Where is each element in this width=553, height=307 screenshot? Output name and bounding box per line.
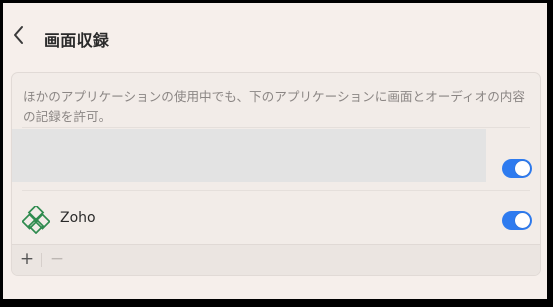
header: 画面収録: [3, 3, 547, 65]
remove-button[interactable]: −: [46, 245, 68, 275]
hidden-app-placeholder: [12, 129, 486, 182]
toolbar-separator: [41, 253, 42, 267]
permission-description: ほかのアプリケーションの使用中でも、下のアプリケーションに画面とオーディオの内容…: [23, 89, 525, 124]
back-chevron-icon[interactable]: [11, 24, 27, 46]
toggle-knob: [515, 213, 530, 228]
page-title: 画面収録: [44, 31, 110, 50]
add-button[interactable]: +: [16, 245, 38, 275]
app-permission-panel: ほかのアプリケーションの使用中でも、下のアプリケーションに画面とオーディオの内容…: [11, 72, 541, 276]
app-toggle-zoho[interactable]: [502, 211, 532, 230]
toggle-knob: [515, 161, 530, 176]
window: 画面収録 ほかのアプリケーションの使用中でも、下のアプリケーションに画面とオーデ…: [3, 3, 547, 299]
zoho-logo-icon: [22, 206, 50, 234]
app-row-zoho[interactable]: Zoho: [12, 192, 540, 244]
divider: [22, 190, 530, 191]
app-name: Zoho: [60, 210, 96, 226]
app-toggle-hidden[interactable]: [502, 159, 532, 178]
app-row-hidden: [12, 127, 540, 189]
list-toolbar: + −: [12, 244, 540, 275]
